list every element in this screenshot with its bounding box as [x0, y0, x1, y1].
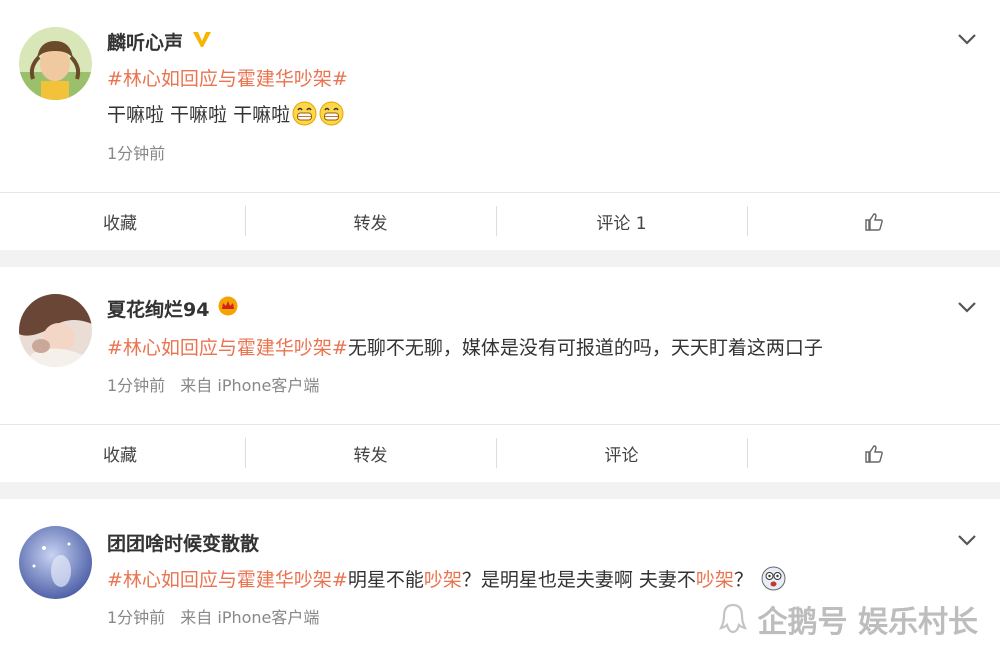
username-text: 麟听心声: [107, 32, 184, 54]
v-badge-icon: [191, 29, 213, 54]
chevron-down-icon[interactable]: [956, 32, 978, 46]
action-bar: 收藏 转发 评论: [0, 424, 1000, 482]
avatar[interactable]: [19, 27, 92, 100]
avatar[interactable]: [19, 526, 92, 599]
thumbs-up-icon: [864, 212, 883, 231]
username-text: 夏花绚烂94: [107, 299, 210, 321]
comment-label: 评论: [604, 446, 639, 466]
thumbs-up-icon: [864, 444, 883, 463]
post-1: 麟听心声 #林心如回应与霍建华吵架# 干嘛啦 干嘛啦 干嘛啦 1分钟前 收藏 转…: [0, 0, 1000, 250]
watermark: 企鹅号 娱乐村长: [716, 597, 978, 641]
post-text-body: 干嘛啦 干嘛啦 干嘛啦: [107, 104, 291, 126]
post-meta: 1分钟前 来自 iPhone客户端: [107, 372, 319, 396]
repost-label: 转发: [353, 214, 388, 234]
dizzy-emoji-icon: [761, 566, 786, 591]
timestamp: 1分钟前: [107, 144, 166, 163]
grin-emoji-icon: [292, 101, 317, 126]
favorite-button[interactable]: 收藏: [0, 193, 245, 250]
post-text-part: 明星不能: [347, 569, 424, 591]
action-bar: 收藏 转发 评论 1: [0, 192, 1000, 250]
post-text-part: ？是明星也是夫妻啊 夫妻不: [461, 569, 696, 591]
keyword-highlight: 吵架: [695, 569, 734, 591]
favorite-label: 收藏: [103, 214, 137, 234]
hashtag-link[interactable]: #林心如回应与霍建华吵架#: [107, 565, 348, 592]
post-text-body: 无聊不无聊，媒体是没有可报道的吗，天天盯着这两口子: [347, 337, 823, 359]
post-content: #林心如回应与霍建华吵架#: [107, 64, 348, 91]
post-meta: 1分钟前: [107, 140, 165, 164]
source-label[interactable]: 来自 iPhone客户端: [180, 376, 319, 395]
repost-button[interactable]: 转发: [245, 193, 496, 250]
username-text: 团团啥时候变散散: [107, 533, 260, 555]
comment-button[interactable]: 评论 1: [496, 193, 747, 250]
post-content: #林心如回应与霍建华吵架# 无聊不无聊，媒体是没有可报道的吗，天天盯着这两口子: [107, 333, 823, 360]
penguin-logo-icon: [718, 603, 747, 634]
hashtag-link[interactable]: #林心如回应与霍建华吵架#: [107, 333, 348, 360]
grin-emoji-icon: [319, 101, 344, 126]
post-text: 干嘛啦 干嘛啦 干嘛啦: [107, 100, 344, 127]
timestamp: 1分钟前: [107, 376, 166, 395]
timestamp: 1分钟前: [107, 608, 166, 627]
comment-button[interactable]: 评论: [496, 425, 747, 482]
avatar[interactable]: [19, 294, 92, 367]
like-button[interactable]: [747, 193, 1000, 250]
chevron-down-icon[interactable]: [956, 533, 978, 547]
hashtag-link[interactable]: #林心如回应与霍建华吵架#: [107, 64, 348, 91]
source-label[interactable]: 来自 iPhone客户端: [180, 608, 319, 627]
favorite-button[interactable]: 收藏: [0, 425, 245, 482]
username[interactable]: 团团啥时候变散散: [107, 529, 259, 556]
repost-label: 转发: [353, 446, 388, 466]
keyword-highlight: 吵架: [423, 569, 462, 591]
like-button[interactable]: [747, 425, 1000, 482]
username[interactable]: 夏花绚烂94: [107, 295, 239, 322]
post-text-part: ？: [733, 569, 753, 591]
watermark-text: 企鹅号 娱乐村长: [757, 605, 978, 640]
favorite-label: 收藏: [103, 446, 137, 466]
comment-label: 评论 1: [596, 214, 647, 234]
post-2: 夏花绚烂94 #林心如回应与霍建华吵架# 无聊不无聊，媒体是没有可报道的吗，天天…: [0, 267, 1000, 482]
post-content: #林心如回应与霍建华吵架# 明星不能 吵架 ？是明星也是夫妻啊 夫妻不 吵架 ？: [107, 565, 786, 592]
chevron-down-icon[interactable]: [956, 300, 978, 314]
crown-badge-icon: [217, 296, 239, 321]
repost-button[interactable]: 转发: [245, 425, 496, 482]
post-meta: 1分钟前 来自 iPhone客户端: [107, 604, 319, 628]
username[interactable]: 麟听心声: [107, 28, 213, 55]
